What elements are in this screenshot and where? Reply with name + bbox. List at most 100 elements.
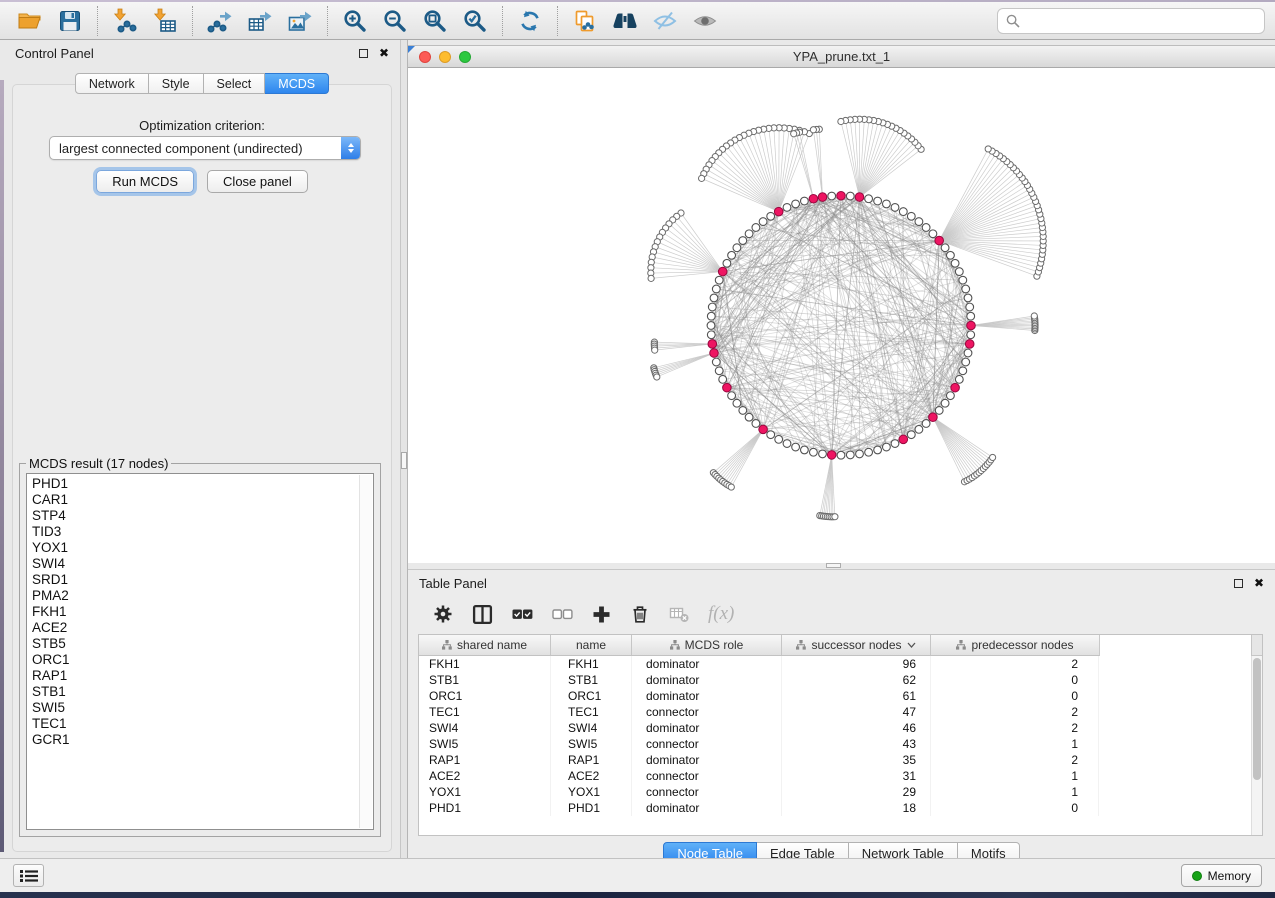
cell-name[interactable]: ORC1 [551,688,632,704]
search-box[interactable] [997,8,1265,34]
close-window-icon[interactable] [419,51,431,63]
cell-mcds-role[interactable]: dominator [632,688,782,704]
network-canvas[interactable] [408,68,1275,563]
cell-shared-name[interactable]: FKH1 [419,656,551,672]
cell-successor-nodes[interactable]: 61 [782,688,931,704]
open-file-icon[interactable] [10,5,50,37]
float-panel-icon[interactable] [1234,579,1243,588]
splitter-grip[interactable] [826,563,841,568]
cell-shared-name[interactable]: ORC1 [419,688,551,704]
zoom-selected-icon[interactable] [455,5,495,37]
table-row[interactable]: RAP1RAP1dominator352 [419,752,1100,768]
vertical-splitter[interactable] [400,40,408,858]
deselect-all-icon[interactable] [552,607,573,622]
select-all-icon[interactable] [512,607,533,622]
cell-predecessor-nodes[interactable]: 2 [931,752,1099,768]
mcds-result-item[interactable]: TEC1 [32,716,373,732]
mcds-result-item[interactable]: CAR1 [32,492,373,508]
delete-rows-icon[interactable] [630,604,650,624]
import-table-icon[interactable] [145,5,185,37]
tab-network[interactable]: Network [75,73,149,94]
mcds-result-item[interactable]: GCR1 [32,732,373,748]
cell-shared-name[interactable]: TEC1 [419,704,551,720]
zoom-in-icon[interactable] [335,5,375,37]
export-table-icon[interactable] [240,5,280,37]
table-row[interactable]: TEC1TEC1connector472 [419,704,1100,720]
cell-predecessor-nodes[interactable]: 1 [931,768,1099,784]
cell-shared-name[interactable]: SWI5 [419,736,551,752]
node-table[interactable]: shared namenameMCDS rolesuccessor nodesp… [418,634,1263,836]
clone-network-icon[interactable] [565,5,605,37]
cell-shared-name[interactable]: PHD1 [419,800,551,816]
table-row[interactable]: STB1STB1dominator620 [419,672,1100,688]
cell-mcds-role[interactable]: dominator [632,656,782,672]
cell-predecessor-nodes[interactable]: 0 [931,800,1099,816]
cell-shared-name[interactable]: YOX1 [419,784,551,800]
table-row[interactable]: SWI4SWI4dominator462 [419,720,1100,736]
cell-name[interactable]: ACE2 [551,768,632,784]
cell-name[interactable]: SWI5 [551,736,632,752]
mcds-result-item[interactable]: STP4 [32,508,373,524]
apply-layout-icon[interactable] [510,5,550,37]
cell-successor-nodes[interactable]: 35 [782,752,931,768]
gear-icon[interactable] [433,604,453,624]
cell-mcds-role[interactable]: dominator [632,672,782,688]
mcds-result-item[interactable]: YOX1 [32,540,373,556]
show-all-icon[interactable] [685,5,725,37]
mcds-result-item[interactable]: PHD1 [32,476,373,492]
cell-shared-name[interactable]: SWI4 [419,720,551,736]
memory-button[interactable]: Memory [1181,864,1262,887]
cell-successor-nodes[interactable]: 18 [782,800,931,816]
mcds-result-item[interactable]: PMA2 [32,588,373,604]
column-header-shared-name[interactable]: shared name [419,635,551,655]
cell-predecessor-nodes[interactable]: 0 [931,688,1099,704]
mcds-result-item[interactable]: ACE2 [32,620,373,636]
tab-select[interactable]: Select [204,73,266,94]
find-binoculars-icon[interactable] [605,5,645,37]
cell-mcds-role[interactable]: connector [632,784,782,800]
cell-mcds-role[interactable]: dominator [632,720,782,736]
mcds-result-item[interactable]: RAP1 [32,668,373,684]
cell-mcds-role[interactable]: dominator [632,800,782,816]
cell-name[interactable]: TEC1 [551,704,632,720]
mcds-result-item[interactable]: SRD1 [32,572,373,588]
zoom-out-icon[interactable] [375,5,415,37]
search-input[interactable] [1026,13,1256,28]
mcds-result-item[interactable]: SWI4 [32,556,373,572]
cell-mcds-role[interactable]: connector [632,736,782,752]
close-panel-button[interactable]: Close panel [207,170,308,193]
column-header-successor-nodes[interactable]: successor nodes [782,635,931,655]
table-row[interactable]: SWI5SWI5connector431 [419,736,1100,752]
cell-successor-nodes[interactable]: 96 [782,656,931,672]
mcds-result-item[interactable]: ORC1 [32,652,373,668]
cell-shared-name[interactable]: RAP1 [419,752,551,768]
cell-successor-nodes[interactable]: 62 [782,672,931,688]
cell-predecessor-nodes[interactable]: 2 [931,656,1099,672]
table-scrollbar[interactable] [1251,656,1262,835]
mcds-list-scrollbar[interactable] [359,475,372,828]
cell-predecessor-nodes[interactable]: 1 [931,736,1099,752]
mcds-result-item[interactable]: SWI5 [32,700,373,716]
zoom-fit-icon[interactable] [415,5,455,37]
cell-mcds-role[interactable]: dominator [632,752,782,768]
cell-predecessor-nodes[interactable]: 2 [931,720,1099,736]
splitter-grip[interactable] [401,452,407,469]
cell-predecessor-nodes[interactable]: 1 [931,784,1099,800]
close-panel-icon[interactable]: ✖ [379,47,389,59]
run-mcds-button[interactable]: Run MCDS [96,170,194,193]
mcds-result-item[interactable]: TID3 [32,524,373,540]
table-row[interactable]: ORC1ORC1dominator610 [419,688,1100,704]
cell-shared-name[interactable]: ACE2 [419,768,551,784]
table-row[interactable]: ACE2ACE2connector311 [419,768,1100,784]
network-view-titlebar[interactable]: YPA_prune.txt_1 [408,46,1275,68]
cell-name[interactable]: RAP1 [551,752,632,768]
cell-name[interactable]: YOX1 [551,784,632,800]
maximize-window-icon[interactable] [459,51,471,63]
mcds-result-item[interactable]: STB5 [32,636,373,652]
column-header-name[interactable]: name [551,635,632,655]
cell-mcds-role[interactable]: connector [632,704,782,720]
cell-successor-nodes[interactable]: 43 [782,736,931,752]
table-row[interactable]: YOX1YOX1connector291 [419,784,1100,800]
cell-name[interactable]: FKH1 [551,656,632,672]
cell-name[interactable]: PHD1 [551,800,632,816]
